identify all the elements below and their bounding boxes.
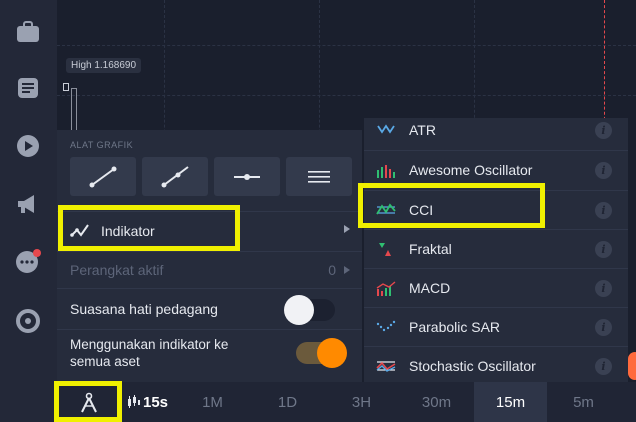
- compass-drawing-icon: [81, 392, 97, 413]
- awesome-oscillator-icon: [377, 165, 395, 178]
- indicator-icon: [70, 224, 89, 237]
- active-tools-label: Perangkat aktif: [70, 262, 164, 278]
- expiry-line: [604, 0, 605, 130]
- macd-icon: [376, 281, 396, 296]
- timeframe-option-1d[interactable]: 1D: [251, 382, 324, 422]
- ray-line-icon: [161, 165, 189, 187]
- info-icon[interactable]: i: [595, 241, 612, 258]
- candles-icon: [128, 395, 140, 408]
- section-title: ALAT GRAFIK: [70, 140, 134, 150]
- news-icon[interactable]: [14, 74, 42, 102]
- info-icon[interactable]: i: [595, 358, 612, 375]
- chevron-right-icon: [344, 225, 350, 233]
- apply-all-label-line2: semua aset: [70, 354, 140, 369]
- timeframe-option-3h[interactable]: 3H: [325, 382, 398, 422]
- app-root: High 1.168690 ALAT GRAFIK Indikator Pera…: [0, 0, 636, 422]
- info-icon[interactable]: i: [595, 319, 612, 336]
- toggle-knob: [284, 295, 314, 325]
- apply-all-assets-row: Menggunakan indikator ke semua aset: [57, 330, 362, 382]
- deal-marker[interactable]: [628, 352, 636, 380]
- indicator-item-awesome-oscillator[interactable]: Awesome Oscillator i: [364, 151, 628, 190]
- megaphone-icon[interactable]: [14, 190, 42, 218]
- play-icon[interactable]: [14, 132, 42, 160]
- chevron-right-icon: [344, 266, 350, 274]
- parabolic-sar-icon: [376, 320, 396, 332]
- indicator-item-cci[interactable]: CCI i: [364, 191, 628, 230]
- fractal-icon: [379, 243, 391, 256]
- left-sidebar: [0, 0, 57, 422]
- chart-tools-button[interactable]: [72, 388, 106, 418]
- timeframe-option-30m[interactable]: 30m: [400, 382, 473, 422]
- timeframe-option-15m[interactable]: 15m: [474, 382, 547, 422]
- trend-line-button[interactable]: [70, 157, 136, 196]
- apply-all-label-line1: Menggunakan indikator ke: [70, 337, 229, 352]
- timeframe-bar: 15s 1M 1D 3H 30m 15m 5m: [57, 382, 636, 422]
- current-timeframe-label: 15s: [143, 393, 169, 411]
- stochastic-oscillator-icon: [376, 361, 396, 372]
- indicator-label: Indikator: [101, 223, 155, 239]
- trend-line-icon: [89, 166, 117, 187]
- indicator-name: CCI: [409, 202, 434, 218]
- indicator-item-stochastic-oscillator[interactable]: Stochastic Oscillator i: [364, 347, 628, 382]
- indicator-name: MACD: [409, 280, 451, 296]
- info-icon[interactable]: i: [595, 280, 612, 297]
- ray-line-button[interactable]: [142, 157, 208, 196]
- indicator-menu-item[interactable]: Indikator: [57, 212, 362, 251]
- support-icon[interactable]: [14, 307, 42, 335]
- indicator-item-fraktal[interactable]: Fraktal i: [364, 230, 628, 269]
- indicator-item-parabolic-sar[interactable]: Parabolic SAR i: [364, 308, 628, 347]
- chat-icon[interactable]: [14, 248, 42, 276]
- indicator-name: Stochastic Oscillator: [409, 358, 536, 374]
- sentiment-toggle[interactable]: [284, 295, 335, 325]
- horizontal-line-icon: [234, 173, 260, 180]
- fibonacci-lines-button[interactable]: [286, 157, 352, 196]
- info-icon[interactable]: i: [595, 162, 612, 179]
- apply-all-toggle[interactable]: [296, 338, 347, 368]
- active-tools-count: 0: [328, 262, 336, 278]
- info-icon[interactable]: i: [595, 122, 612, 139]
- fibonacci-lines-icon: [308, 170, 330, 183]
- toggle-knob: [317, 338, 347, 368]
- indicator-list: ATR i Awesome Oscillator i CCI i Fraktal…: [364, 118, 628, 382]
- chart-tools-panel: ALAT GRAFIK Indikator Perangkat aktif 0: [57, 130, 362, 382]
- current-timeframe[interactable]: 15s: [127, 382, 168, 422]
- atr-icon: [377, 124, 395, 134]
- sentiment-label: Suasana hati pedagang: [70, 301, 218, 317]
- horizontal-line-button[interactable]: [214, 157, 280, 196]
- briefcase-icon[interactable]: [14, 18, 42, 46]
- indicator-name: Fraktal: [409, 241, 452, 257]
- indicator-name: Parabolic SAR: [409, 319, 501, 335]
- sentiment-row: Suasana hati pedagang: [57, 289, 362, 329]
- candle: [63, 83, 69, 91]
- indicator-item-macd[interactable]: MACD i: [364, 269, 628, 308]
- timeframe-option-5m[interactable]: 5m: [547, 382, 620, 422]
- indicator-item-atr[interactable]: ATR i: [364, 118, 628, 150]
- cci-icon: [376, 203, 396, 215]
- timeframe-option-1m[interactable]: 1M: [176, 382, 249, 422]
- indicator-name: Awesome Oscillator: [409, 162, 533, 178]
- indicator-name: ATR: [409, 122, 436, 138]
- info-icon[interactable]: i: [595, 202, 612, 219]
- high-price-label: High 1.168690: [66, 58, 142, 73]
- active-tools-item[interactable]: Perangkat aktif 0: [57, 252, 362, 288]
